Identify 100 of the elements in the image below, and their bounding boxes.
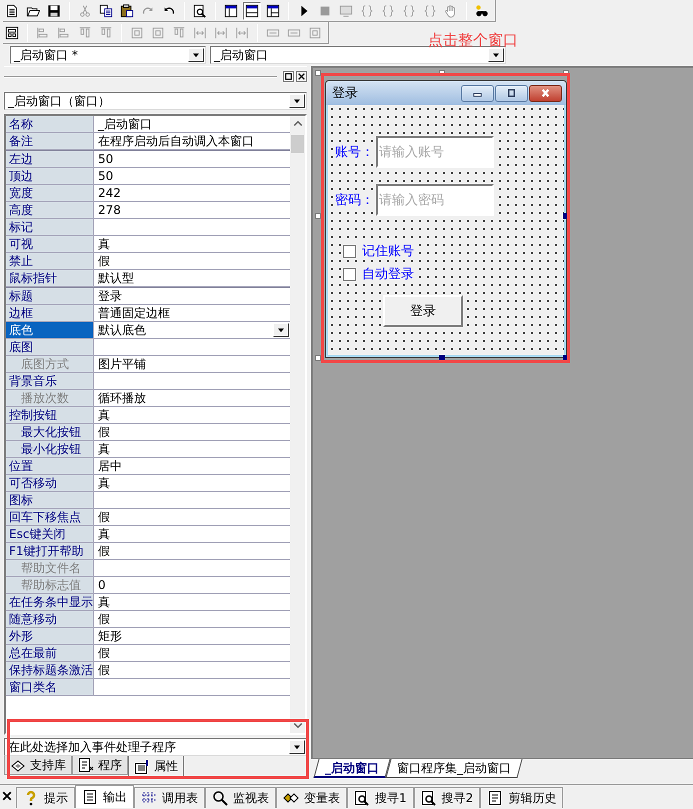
property-value: 278 — [98, 202, 121, 218]
property-name[interactable]: 在任务条中显示 — [6, 594, 94, 610]
search-icon — [212, 790, 228, 806]
property-value: 假 — [98, 645, 110, 661]
property-name[interactable]: Esc键关闭 — [6, 526, 94, 542]
dropdown-icon[interactable] — [273, 323, 289, 337]
property-name[interactable]: 最小化按钮 — [6, 441, 94, 457]
property-name[interactable]: 图标 — [6, 492, 94, 508]
editor-tab[interactable]: 窗口程序集_启动窗口 — [385, 759, 523, 778]
checkbox[interactable] — [343, 268, 356, 280]
property-name[interactable]: 可否移动 — [6, 475, 94, 491]
clipboard-icon[interactable] — [118, 2, 136, 20]
panel-tab[interactable]: 支持库 — [4, 756, 72, 775]
property-name[interactable]: 窗口类名 — [6, 679, 94, 695]
property-name[interactable]: 备注 — [6, 133, 94, 149]
form-window[interactable]: 登录 账号： 请输入账号 密码： 请输入密码 记住账号 自动登录 登录 — [325, 80, 567, 358]
property-value: 假 — [98, 662, 110, 678]
checkbox-label: 记住账号 — [362, 243, 414, 260]
property-name[interactable]: 最大化按钮 — [6, 424, 94, 440]
property-name[interactable]: 可视 — [6, 236, 94, 252]
restore-icon[interactable] — [283, 71, 294, 82]
property-name[interactable]: 禁止 — [6, 253, 94, 269]
property-name[interactable]: 名称 — [6, 116, 94, 132]
property-name[interactable]: 边框 — [6, 305, 94, 321]
property-name[interactable]: 底图 — [6, 339, 94, 355]
layout-icon[interactable] — [243, 2, 261, 20]
property-value: 矩形 — [98, 628, 122, 644]
output-tab[interactable]: 变量表 — [276, 787, 347, 808]
property-name[interactable]: 底色 — [6, 322, 94, 338]
resize-handle[interactable] — [315, 355, 321, 361]
document-icon — [82, 789, 98, 805]
property-name[interactable]: 宽度 — [6, 185, 94, 201]
property-value: 假 — [98, 253, 110, 269]
property-value: 0 — [98, 577, 106, 593]
preview-icon — [354, 790, 370, 806]
property-value: 默认型 — [98, 270, 134, 286]
output-tab[interactable]: 搜寻2 — [414, 787, 480, 808]
object-dropdown[interactable]: _启动窗口 — [210, 46, 506, 64]
property-name[interactable]: 控制按钮 — [6, 407, 94, 423]
scrollbar[interactable] — [290, 116, 305, 733]
property-value: 居中 — [98, 458, 122, 474]
property-name[interactable]: 左边 — [6, 151, 94, 167]
property-value: 真 — [98, 526, 110, 542]
property-name[interactable]: 背景音乐 — [6, 373, 94, 389]
object-dropdown[interactable]: _启动窗口 * — [10, 46, 206, 64]
input-field[interactable]: 请输入密码 — [376, 184, 494, 216]
editor-tab[interactable]: _启动窗口 — [313, 759, 391, 778]
checkbox-label: 自动登录 — [362, 266, 414, 283]
panel-tab[interactable]: 程序 — [72, 756, 128, 775]
output-tab[interactable]: 搜寻1 — [347, 787, 414, 808]
property-value: _启动窗口 — [98, 116, 152, 132]
property-name[interactable]: 外形 — [6, 628, 94, 644]
close-button[interactable] — [529, 84, 562, 102]
property-value: 图片平铺 — [98, 356, 146, 372]
object-dropdown[interactable]: _启动窗口（窗口） — [4, 92, 307, 110]
property-name[interactable]: 标记 — [6, 219, 94, 235]
property-name[interactable]: 位置 — [6, 458, 94, 474]
close-icon[interactable] — [1, 790, 13, 802]
resize-handle[interactable] — [315, 70, 321, 76]
property-name[interactable]: 保持标题条激活 — [6, 662, 94, 678]
dropdown-icon[interactable] — [188, 48, 204, 62]
property-value: 50 — [98, 151, 114, 167]
property-name[interactable]: 标题 — [6, 288, 94, 304]
checkbox[interactable] — [343, 244, 356, 258]
property-value: 默认底色 — [98, 322, 146, 338]
resize-handle[interactable] — [315, 213, 321, 219]
property-value: 假 — [98, 509, 110, 525]
property-value: 真 — [98, 236, 110, 252]
property-name[interactable]: 顶边 — [6, 168, 94, 184]
property-name[interactable]: 鼠标指针 — [6, 270, 94, 286]
property-name[interactable]: 回车下移焦点 — [6, 509, 94, 525]
property-value: 假 — [98, 424, 110, 440]
property-value: 假 — [98, 543, 110, 559]
minimize-button[interactable] — [461, 84, 494, 102]
maximize-button[interactable] — [495, 84, 528, 102]
property-value: 真 — [98, 475, 110, 491]
output-tab[interactable]: 调用表 — [134, 787, 205, 808]
property-name[interactable]: 高度 — [6, 202, 94, 218]
window-title: 登录 — [332, 85, 358, 102]
output-tab[interactable]: 监视表 — [205, 787, 276, 808]
property-value: 登录 — [98, 288, 122, 304]
login-button[interactable]: 登录 — [383, 295, 463, 327]
property-value: 普通固定边框 — [98, 305, 170, 321]
input-field[interactable]: 请输入账号 — [376, 136, 494, 168]
property-name[interactable]: 总在最前 — [6, 645, 94, 661]
dropdown-icon[interactable] — [289, 740, 305, 754]
property-value: 真 — [98, 441, 110, 457]
close-icon[interactable] — [296, 71, 307, 82]
properties-icon — [134, 758, 150, 774]
output-tab[interactable]: 提示 — [16, 787, 75, 808]
property-value: 真 — [98, 594, 110, 610]
panel-tab[interactable]: 属性 — [128, 756, 184, 778]
scroll-thumb[interactable] — [291, 135, 304, 153]
property-name[interactable]: 随意移动 — [6, 611, 94, 627]
dropdown-icon[interactable] — [289, 94, 305, 108]
output-tab[interactable]: 剪辑历史 — [480, 787, 564, 808]
output-tab[interactable]: 输出 — [75, 785, 134, 808]
property-name[interactable]: F1键打开帮助 — [6, 543, 94, 559]
code-page-icon — [78, 757, 94, 773]
dropdown-icon[interactable] — [488, 48, 504, 62]
